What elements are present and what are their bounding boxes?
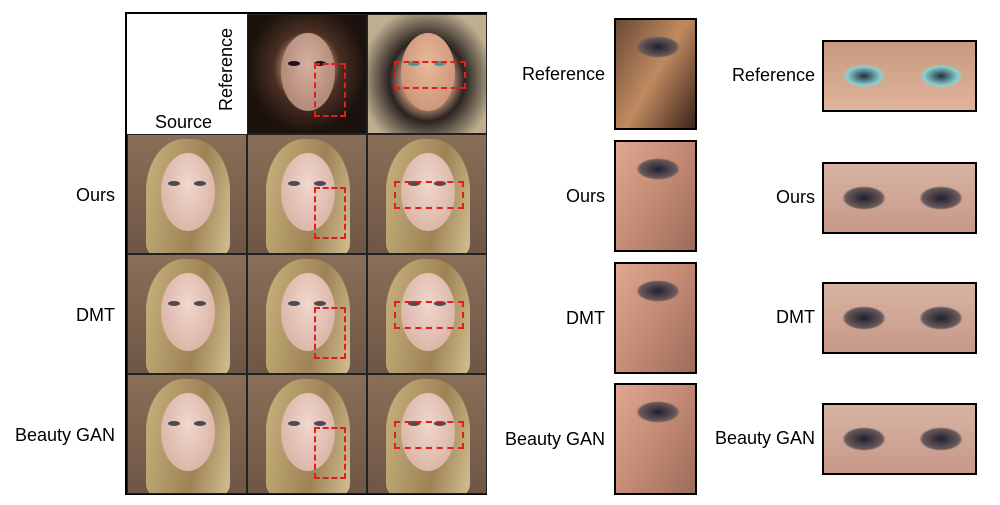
reference-image-2 <box>367 14 487 134</box>
reference-image-1 <box>247 14 367 134</box>
red-box <box>394 421 464 449</box>
result-image-r2-c2 <box>247 254 367 374</box>
result-image-r2-c3 <box>367 254 487 374</box>
source-label: Source <box>155 112 213 132</box>
result-image-r1-c3 <box>367 134 487 254</box>
red-box <box>394 61 466 89</box>
result-image-r2-c1 <box>127 254 247 374</box>
red-box <box>314 307 346 359</box>
crop-label: Reference <box>731 65 815 85</box>
eye-crop <box>822 403 977 475</box>
result-image-r1-c1 <box>127 134 247 254</box>
crop-label: Beauty GAN <box>714 428 815 448</box>
reference-label: Reference <box>216 27 237 112</box>
result-image-r1-c2 <box>247 134 367 254</box>
result-image-r3-c3 <box>367 374 487 494</box>
eye-crop <box>822 162 977 234</box>
row-label: DMT <box>76 305 115 325</box>
cheek-crop <box>614 383 697 495</box>
red-box <box>394 181 464 209</box>
comparison-grid: Source Reference <box>125 12 487 495</box>
eye-crop <box>822 40 977 112</box>
crop-label: Ours <box>565 186 605 206</box>
crop-label: Beauty GAN <box>504 429 605 449</box>
row-label: Beauty GAN <box>14 425 115 445</box>
red-box <box>314 187 346 239</box>
header-cell: Source Reference <box>127 14 247 134</box>
row-label: Ours <box>75 185 115 205</box>
red-box <box>314 63 346 117</box>
cheek-crop <box>614 18 697 130</box>
result-image-r3-c1 <box>127 374 247 494</box>
eye-crop <box>822 282 977 354</box>
crop-label: Ours <box>775 187 815 207</box>
result-image-r3-c2 <box>247 374 367 494</box>
red-box <box>314 427 346 479</box>
cheek-crop <box>614 140 697 252</box>
cheek-crop <box>614 262 697 374</box>
crop-label: DMT <box>776 307 815 327</box>
red-box <box>394 301 464 329</box>
crop-label: DMT <box>566 308 605 328</box>
crop-label: Reference <box>521 64 605 84</box>
